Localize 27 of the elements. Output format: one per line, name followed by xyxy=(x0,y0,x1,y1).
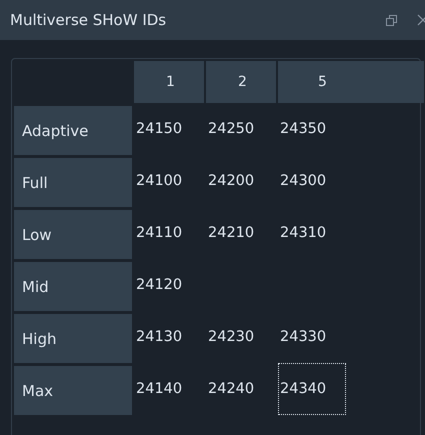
row-header[interactable]: Max xyxy=(14,366,132,415)
column-header[interactable]: 5 xyxy=(278,61,424,103)
table-cell[interactable]: 24120 xyxy=(134,259,204,311)
column-header[interactable]: 2 xyxy=(206,61,276,103)
table-cell[interactable]: 24230 xyxy=(206,311,276,363)
table-cell[interactable]: 24300 xyxy=(278,155,424,207)
table-cell[interactable]: 24340 xyxy=(278,363,346,415)
table-cell[interactable]: 24210 xyxy=(206,207,276,259)
row-header[interactable]: Mid xyxy=(14,262,132,311)
table-cell[interactable]: 24250 xyxy=(206,103,276,155)
table-cell[interactable]: 24140 xyxy=(134,363,204,415)
row-header[interactable]: Full xyxy=(14,158,132,207)
table-cell[interactable]: 24200 xyxy=(206,155,276,207)
row-header[interactable]: High xyxy=(14,314,132,363)
table-cell[interactable]: 24150 xyxy=(134,103,204,155)
table-cell[interactable]: 24330 xyxy=(278,311,424,363)
table-cell[interactable]: 24240 xyxy=(206,363,276,415)
table-cell[interactable]: 24100 xyxy=(134,155,204,207)
row-header[interactable]: Adaptive xyxy=(14,106,132,155)
row-header[interactable]: Low xyxy=(14,210,132,259)
restore-icon[interactable] xyxy=(386,14,397,26)
table-cell[interactable]: 24130 xyxy=(134,311,204,363)
column-header[interactable]: 1 xyxy=(134,61,204,103)
table-cell[interactable]: 24350 xyxy=(278,103,424,155)
window-title: Multiverse SHoW IDs xyxy=(10,11,166,29)
table-cell[interactable]: 24110 xyxy=(134,207,204,259)
table-cell[interactable]: 24310 xyxy=(278,207,424,259)
